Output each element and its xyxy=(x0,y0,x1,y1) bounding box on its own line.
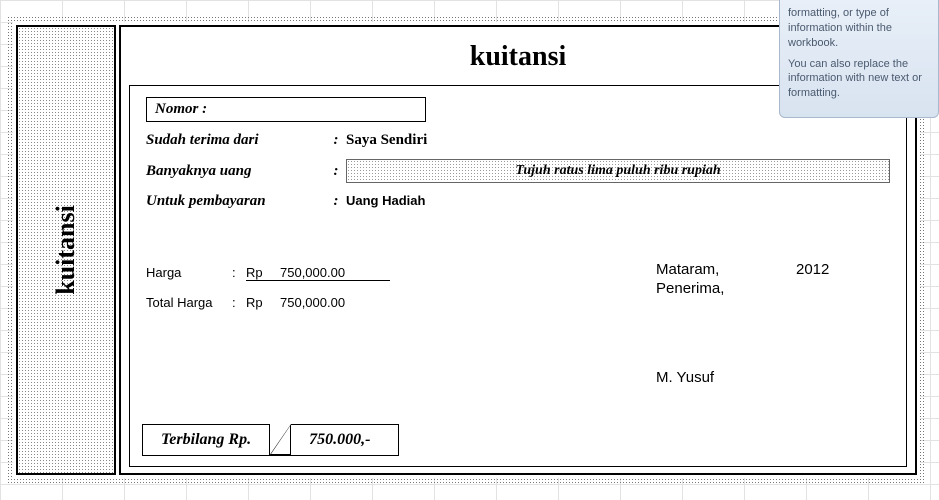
help-tooltip: formatting, or type of information withi… xyxy=(779,0,939,118)
amount-words: Tujuh ratus lima puluh ribu rupiah xyxy=(515,163,720,178)
receipt-title: kuitansi xyxy=(470,41,567,72)
price-row-total: Total Harga : Rp 750,000.00 xyxy=(146,291,486,314)
row-dari: Sudah terima dari : Saya Sendiri xyxy=(146,127,890,154)
signature-location-line: Mataram, 2012 xyxy=(656,261,890,278)
untuk-value: Uang Hadiah xyxy=(346,193,890,208)
signature-receiver-label: Penerima, xyxy=(656,280,890,297)
dari-label: Sudah terima dari xyxy=(146,132,326,149)
amount-words-box: Tujuh ratus lima puluh ribu rupiah xyxy=(346,159,890,183)
colon: : xyxy=(232,265,246,281)
row-untuk: Untuk pembayaran : Uang Hadiah xyxy=(146,188,890,215)
signature-year: 2012 xyxy=(796,261,829,278)
banyak-label: Banyaknya uang xyxy=(146,163,326,180)
harga-label: Harga xyxy=(146,265,232,281)
signature-name: M. Yusuf xyxy=(656,369,890,386)
price-table: Harga : Rp 750,000.00 Total Harga : Rp 7… xyxy=(146,261,486,386)
stub-title: kuitansi xyxy=(51,205,81,295)
colon: : xyxy=(326,132,346,149)
total-currency: Rp xyxy=(246,295,280,310)
terbilang-value-wrap: 750.000,- xyxy=(269,424,399,456)
dari-value: Saya Sendiri xyxy=(346,132,890,149)
slash-divider xyxy=(269,424,291,456)
signature-city: Mataram, xyxy=(656,261,796,278)
colon: : xyxy=(232,295,246,310)
tooltip-line-2: You can also replace the information wit… xyxy=(788,57,930,102)
receipt-stub: kuitansi xyxy=(16,25,116,475)
nomor-value xyxy=(207,101,417,118)
terbilang-row: Terbilang Rp. 750.000,- xyxy=(142,424,399,456)
price-row-harga: Harga : Rp 750,000.00 xyxy=(146,261,486,283)
terbilang-value: 750.000,- xyxy=(309,431,370,449)
total-value: 750,000.00 xyxy=(280,295,390,310)
terbilang-label: Terbilang Rp. xyxy=(161,431,251,449)
harga-value: 750,000.00 xyxy=(280,265,390,281)
colon: : xyxy=(326,193,346,210)
signature-block: Mataram, 2012 Penerima, M. Yusuf xyxy=(486,261,890,386)
price-signature-block: Harga : Rp 750,000.00 Total Harga : Rp 7… xyxy=(146,261,890,386)
untuk-label: Untuk pembayaran xyxy=(146,193,326,210)
tooltip-line-1: formatting, or type of information withi… xyxy=(788,6,930,51)
terbilang-value-box: 750.000,- xyxy=(291,424,399,456)
nomor-label: Nomor : xyxy=(155,101,207,118)
receipt-body: Nomor : Sudah terima dari : Saya Sendiri… xyxy=(129,85,907,467)
nomor-box: Nomor : xyxy=(146,97,426,122)
harga-currency: Rp xyxy=(246,265,280,281)
terbilang-label-box: Terbilang Rp. xyxy=(142,424,270,456)
colon: : xyxy=(326,163,346,180)
total-label: Total Harga xyxy=(146,295,232,310)
row-banyak: Banyaknya uang : Tujuh ratus lima puluh … xyxy=(146,154,890,188)
